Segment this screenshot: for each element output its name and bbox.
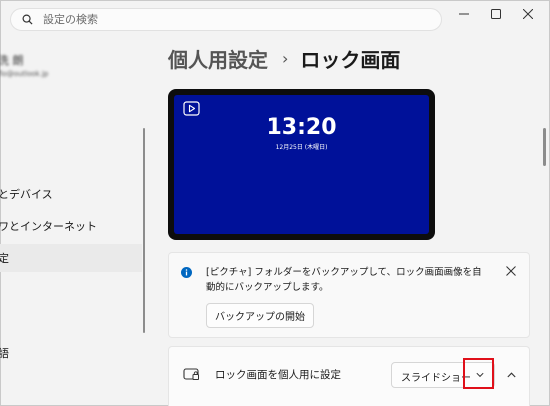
- sidebar-item-label: 語: [0, 347, 9, 360]
- sidebar-item-language[interactable]: 語: [0, 339, 142, 367]
- chevron-up-icon: [506, 372, 516, 378]
- breadcrumb-separator: ›: [282, 49, 289, 68]
- account-name: 洗 朗: [0, 54, 24, 67]
- lock-screen-setting-row: ロック画面を個人用に設定 スライドショー: [168, 346, 530, 406]
- breadcrumb: 個人用設定 › ロック画面: [168, 44, 400, 73]
- close-icon: [523, 9, 533, 19]
- main-scrollbar[interactable]: [543, 128, 546, 166]
- search-icon: [22, 14, 33, 25]
- lock-screen-date: 12月25日 (木曜日): [275, 144, 328, 151]
- sidebar-scrollbar[interactable]: [143, 128, 145, 333]
- search-box[interactable]: [10, 8, 442, 31]
- maximize-button[interactable]: [481, 4, 511, 24]
- lock-screen-icon: [183, 368, 199, 380]
- select-value: スライドショー: [401, 373, 471, 384]
- backup-info-card: [ピクチャ] フォルダーをバックアップして、ロック画面画像を自動的にバックアップ…: [168, 252, 530, 338]
- minimize-button[interactable]: [449, 4, 479, 24]
- lock-screen-preview: 13:20 12月25日 (木曜日): [168, 89, 435, 240]
- minimize-icon: [459, 13, 469, 15]
- backup-info-message: [ピクチャ] フォルダーをバックアップして、ロック画面画像を自動的にバックアップ…: [206, 267, 482, 293]
- start-backup-button[interactable]: バックアップの開始: [206, 303, 314, 328]
- account-email: flo@outlook.jp: [0, 70, 49, 78]
- collapse-setting-button[interactable]: [503, 367, 519, 383]
- lock-screen-mode-select[interactable]: スライドショー: [391, 362, 495, 388]
- sidebar-item-devices[interactable]: とデバイス: [0, 180, 142, 208]
- close-icon: [506, 266, 516, 276]
- sidebar-item-label: 定: [0, 252, 9, 265]
- preview-screen: 13:20 12月25日 (木曜日): [174, 95, 429, 234]
- sidebar-item-personalization[interactable]: 定: [0, 244, 142, 272]
- slideshow-icon: [183, 101, 200, 116]
- lock-screen-setting-label: ロック画面を個人用に設定: [215, 369, 341, 381]
- maximize-icon: [491, 9, 501, 19]
- sidebar-item-network[interactable]: ワとインターネット: [0, 212, 142, 240]
- close-window-button[interactable]: [513, 4, 543, 24]
- lock-screen-time: 13:20: [266, 115, 337, 140]
- sidebar-item-label: とデバイス: [0, 188, 53, 201]
- search-input[interactable]: [41, 12, 405, 27]
- sidebar-item-label: ワとインターネット: [0, 220, 97, 233]
- breadcrumb-parent[interactable]: 個人用設定: [168, 44, 268, 73]
- info-icon: [181, 267, 192, 278]
- chevron-down-icon: [476, 372, 484, 378]
- dismiss-info-button[interactable]: [503, 263, 519, 279]
- page-title: ロック画面: [300, 48, 401, 72]
